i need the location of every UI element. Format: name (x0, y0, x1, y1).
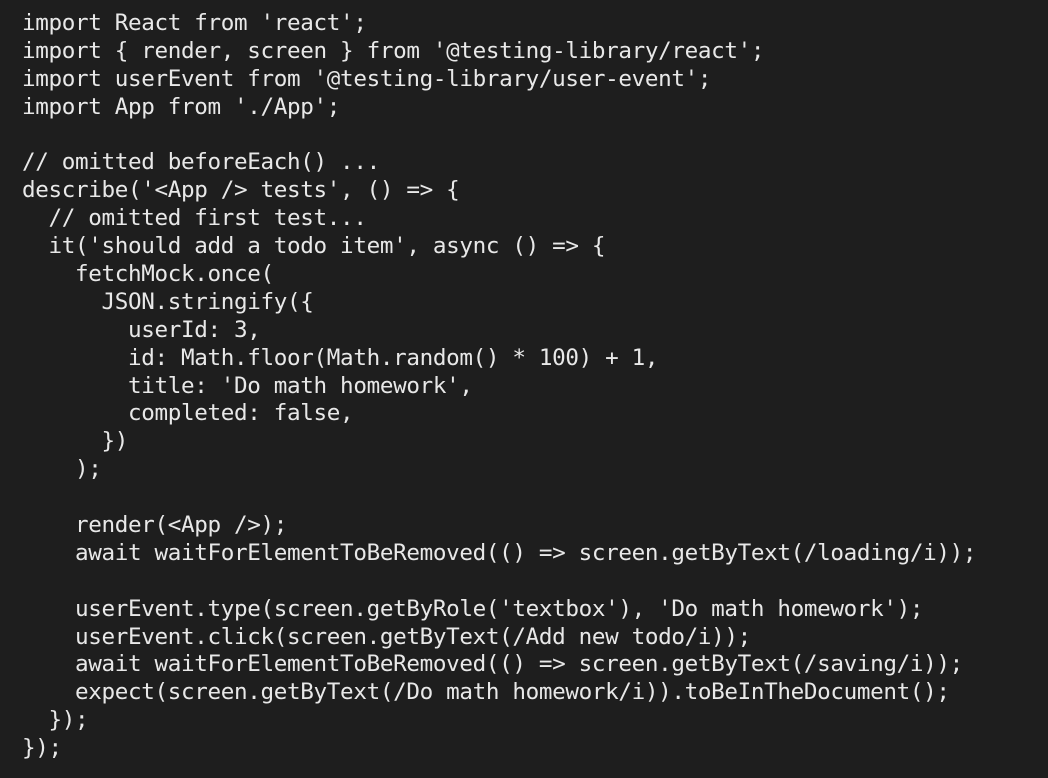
code-line-24: await waitForElementToBeRemoved(() => sc… (22, 651, 963, 678)
code-line-8: // omitted first test... (22, 205, 367, 232)
code-line-2: import { render, screen } from '@testing… (22, 37, 765, 64)
code-block[interactable]: import React from 'react'; import { rende… (22, 10, 1048, 763)
code-line-7: describe('<App /> tests', () => { (22, 177, 460, 204)
code-line-6: // omitted beforeEach() ... (22, 149, 380, 176)
code-line-15: completed: false, (22, 400, 354, 427)
code-line-22: userEvent.type(screen.getByRole('textbox… (22, 595, 924, 622)
code-line-17: ); (22, 456, 102, 483)
code-editor[interactable]: import React from 'react'; import { rende… (0, 0, 1048, 778)
code-line-14: title: 'Do math homework', (22, 372, 473, 399)
code-line-1: import React from 'react'; (22, 10, 367, 36)
code-line-9: it('should add a todo item', async () =>… (22, 233, 606, 260)
code-line-11: JSON.stringify({ (22, 288, 314, 315)
code-line-20: await waitForElementToBeRemoved(() => sc… (22, 539, 977, 566)
code-line-26: }); (22, 707, 89, 734)
code-line-12: userId: 3, (22, 316, 261, 343)
code-line-19: render(<App />); (22, 512, 288, 539)
code-line-4: import App from './App'; (22, 93, 341, 120)
code-line-16: }) (22, 428, 129, 455)
code-line-27: }); (22, 735, 62, 762)
code-line-23: userEvent.click(screen.getByText(/Add ne… (22, 623, 751, 650)
code-line-13: id: Math.floor(Math.random() * 100) + 1, (22, 344, 659, 371)
code-line-10: fetchMock.once( (22, 261, 274, 288)
code-line-3: import userEvent from '@testing-library/… (22, 65, 712, 92)
code-line-25: expect(screen.getByText(/Do math homewor… (22, 679, 950, 706)
